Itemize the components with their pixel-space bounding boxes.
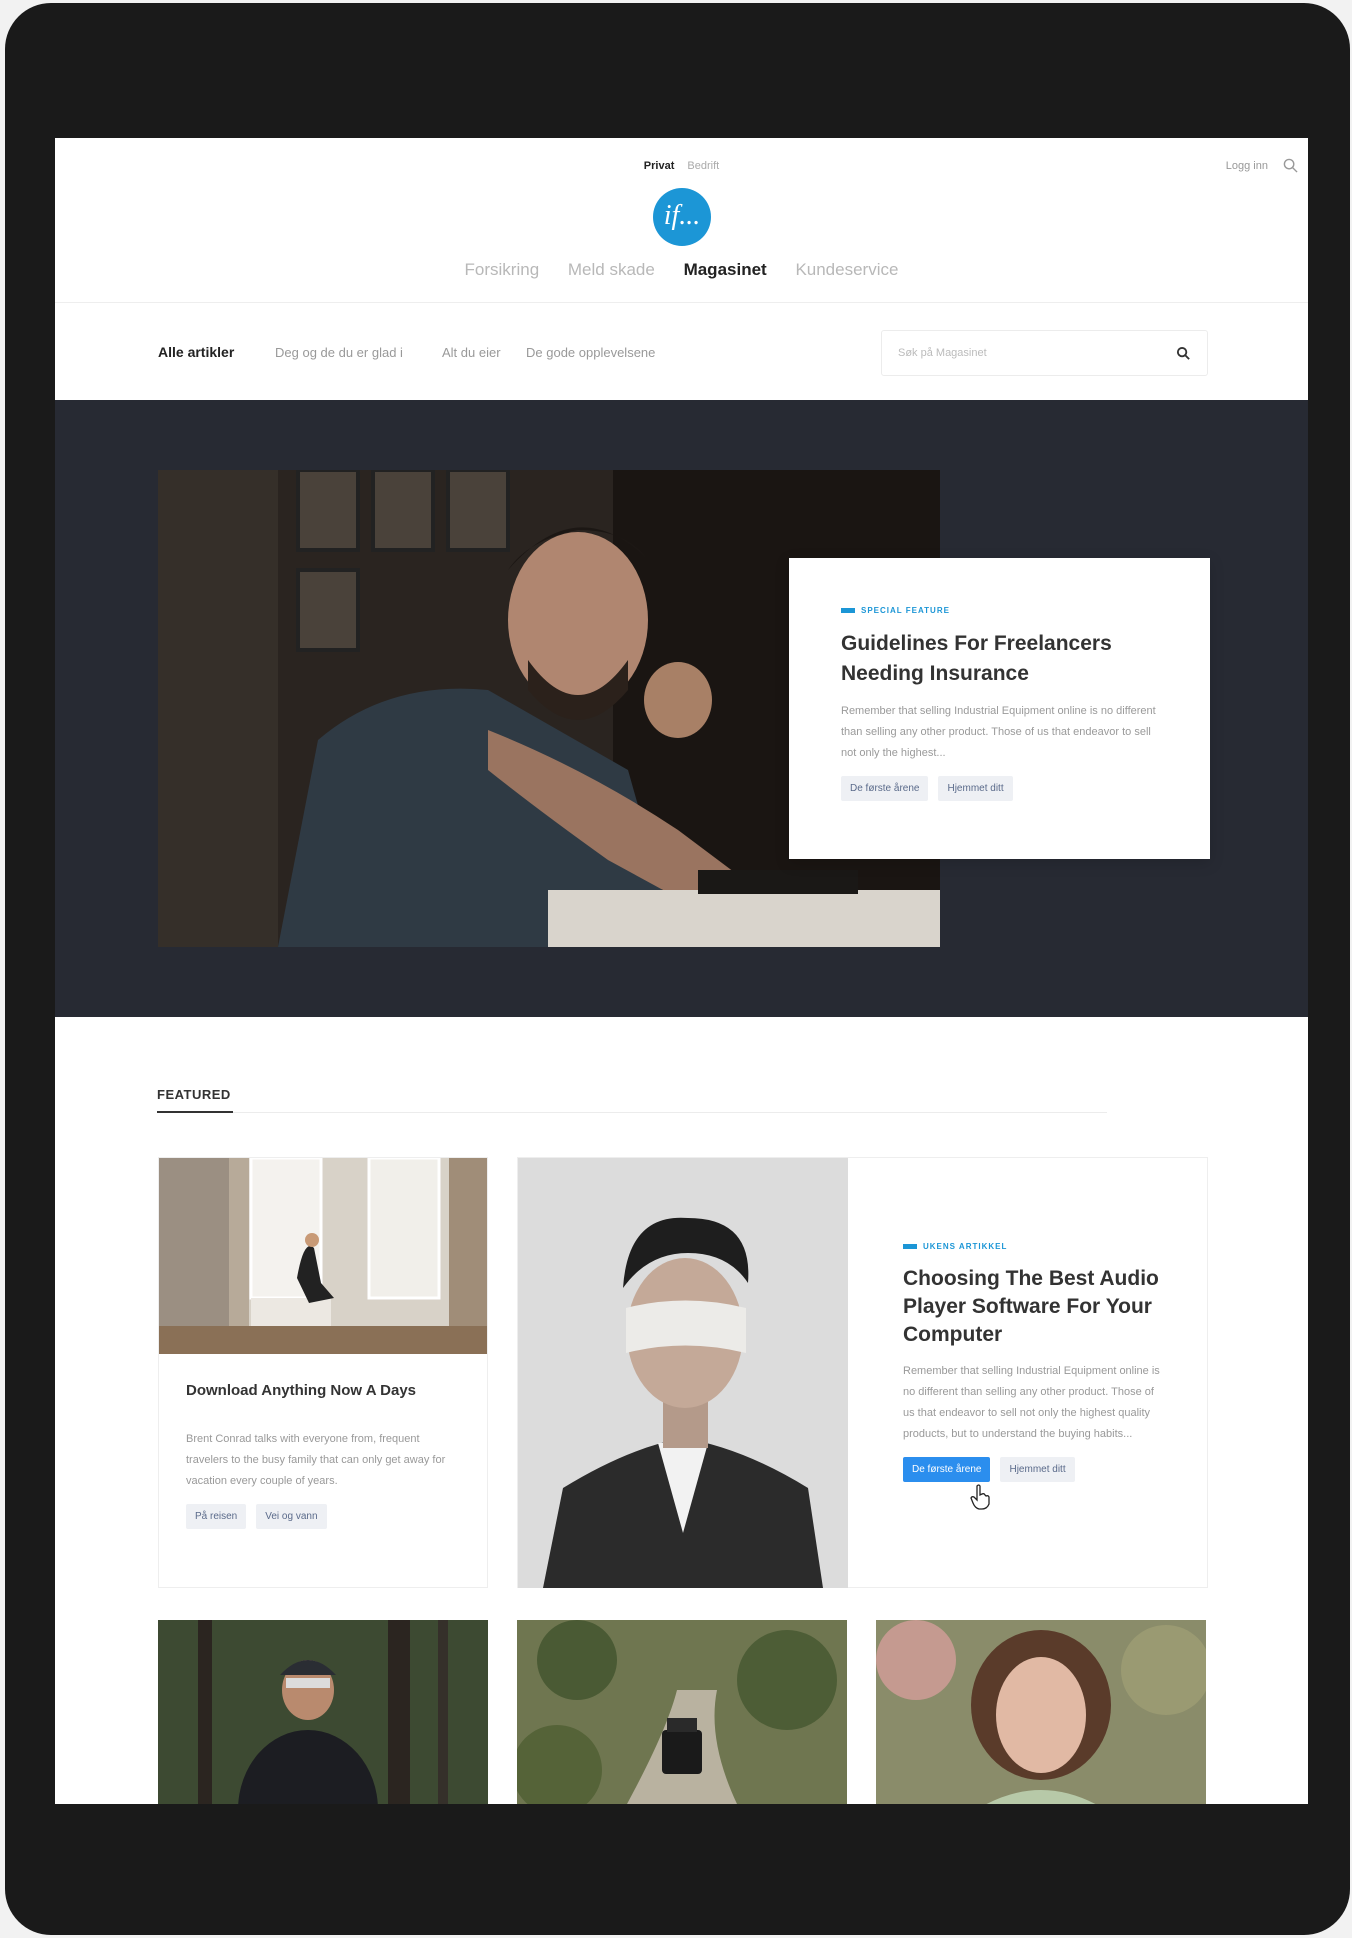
segment-bedrift[interactable]: Bedrift [687,160,719,172]
article-excerpt: Remember that selling Industrial Equipme… [903,1365,1160,1440]
article-card-audio[interactable]: Ukens artikkel Choosing The Best Audio P… [517,1157,1208,1588]
hero-section: Special feature Guidelines For Freelance… [55,400,1308,1017]
article-body: Ukens artikkel Choosing The Best Audio P… [903,1242,1168,1482]
magazine-search [881,330,1208,376]
search-icon[interactable] [1283,158,1298,173]
thumb-cyclist[interactable] [158,1620,488,1804]
image-woman-window [159,1158,487,1354]
category-all[interactable]: Alle artikler [158,344,234,360]
image-blindfolded-man [518,1158,848,1588]
screen: Privat Bedrift Logg inn if... Forsikring… [55,138,1308,1804]
featured-heading: FEATURED [157,1087,231,1102]
login-link[interactable]: Logg inn [1226,160,1268,172]
nav-meld-skade[interactable]: Meld skade [568,260,655,279]
search-input[interactable] [882,331,1142,375]
main-nav: Forsikring Meld skade Magasinet Kundeser… [55,260,1308,280]
hand-cursor-icon [970,1484,990,1510]
segment-privat[interactable]: Privat [644,160,675,172]
tag-hjemmet-ditt[interactable]: Hjemmet ditt [1000,1457,1075,1482]
featured-divider [157,1111,1107,1113]
hero-excerpt: Remember that selling Industrial Equipme… [841,705,1156,759]
article-title[interactable]: Download Anything Now A Days [159,1354,487,1399]
hero-title[interactable]: Guidelines For Freelancers Needing Insur… [841,629,1158,689]
thumb-woman-portrait[interactable] [876,1620,1206,1804]
article-card-download[interactable]: Download Anything Now A Days Brent Conra… [158,1157,488,1588]
hero-tags: De første årene Hjemmet ditt [841,776,1158,801]
tag-hjemmet-ditt[interactable]: Hjemmet ditt [938,776,1013,801]
nav-magasinet[interactable]: Magasinet [684,260,767,279]
article-title[interactable]: Choosing The Best Audio Player Software … [903,1265,1168,1349]
article-kicker: Ukens artikkel [903,1242,1168,1251]
category-nav: Alle artikler Deg og de du er glad i Alt… [55,304,1308,400]
tag-forste-arene[interactable]: De første årene [841,776,929,801]
hero-kicker: Special feature [841,606,1158,615]
article-excerpt: Brent Conrad talks with everyone from, f… [186,1433,446,1487]
segment-switch: Privat Bedrift [55,160,1308,172]
thumb-car-road[interactable] [517,1620,847,1804]
nav-forsikring[interactable]: Forsikring [465,260,540,279]
site-header: Privat Bedrift Logg inn if... Forsikring… [55,138,1308,303]
nav-kundeservice[interactable]: Kundeservice [795,260,898,279]
tag-forste-arene[interactable]: De første årene [903,1457,991,1482]
tag-vei-og-vann[interactable]: Vei og vann [256,1504,327,1529]
category-belongings[interactable]: Alt du eier [442,345,501,360]
category-family[interactable]: Deg og de du er glad i [275,345,403,360]
category-experiences[interactable]: De gode opplevelsene [526,345,655,360]
article-tags: På reisen Vei og vann [159,1504,487,1529]
search-icon[interactable] [1176,346,1191,361]
article-tags: De første årene Hjemmet ditt [903,1457,1168,1482]
tag-pa-reisen[interactable]: På reisen [186,1504,247,1529]
hero-article-card[interactable]: Special feature Guidelines For Freelance… [789,558,1210,859]
logo[interactable]: if... [653,188,711,246]
